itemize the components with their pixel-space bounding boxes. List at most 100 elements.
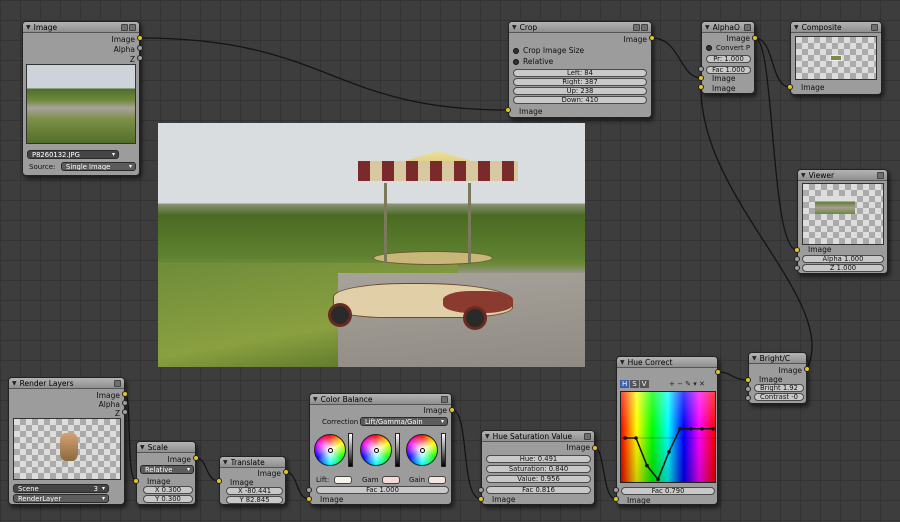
lift-swatch[interactable] <box>334 476 352 484</box>
alphaover-input-socket-2[interactable] <box>698 84 704 90</box>
fac-field[interactable]: Fac 1.000 <box>316 486 449 494</box>
curve-point[interactable] <box>678 427 682 431</box>
curve-point[interactable] <box>623 436 627 440</box>
relative-checkbox[interactable]: Relative <box>513 57 553 66</box>
alpha-field[interactable]: Alpha 1.000 <box>802 255 884 263</box>
viewer-alpha-socket[interactable] <box>794 256 800 262</box>
contrast-input-socket[interactable] <box>745 395 751 401</box>
image-node[interactable]: ▼Image Image Alpha Z P8260132.JPG Source… <box>22 21 140 176</box>
collapse-icon[interactable] <box>129 23 136 31</box>
composite-input-socket[interactable] <box>787 84 793 90</box>
collapse-icon[interactable] <box>871 23 878 31</box>
composite-node[interactable]: ▼ Composite Image <box>790 21 882 95</box>
translate-x-field[interactable]: X -80.441 <box>226 487 283 495</box>
tab-h[interactable]: H <box>620 380 630 388</box>
viewer-node[interactable]: ▼ Viewer Image Alpha 1.000 Z 1.000 <box>797 169 888 274</box>
gain-value-slider[interactable] <box>441 433 446 467</box>
collapse-icon[interactable] <box>441 395 448 403</box>
alpha-output-socket[interactable] <box>137 45 143 51</box>
crop-up-field[interactable]: Up: 238 <box>513 87 647 95</box>
translate-node[interactable]: ▼ Translate Image Image X -80.441 Y 82.84… <box>219 456 286 505</box>
hsv-node[interactable]: ▼ Hue Saturation Value Image Hue: 0.491 S… <box>481 430 595 505</box>
value-field[interactable]: Value: 0.956 <box>486 475 591 483</box>
colorbalance-output-socket[interactable] <box>449 407 455 413</box>
hue-correct-node[interactable]: ▼ Hue Correct H S V + − ✎ ▾ ✕ Fac 0.790 I… <box>616 356 718 505</box>
render-alpha-socket[interactable] <box>122 400 128 406</box>
crop-output-socket[interactable] <box>649 35 655 41</box>
hue-curve-line[interactable] <box>621 392 717 484</box>
preview-toggle-icon[interactable] <box>121 23 128 31</box>
fac-field[interactable]: Fac 0.816 <box>486 486 591 494</box>
curve-point[interactable] <box>667 450 671 454</box>
gain-swatch[interactable] <box>428 476 446 484</box>
colorbalance-fac-socket[interactable] <box>306 487 312 493</box>
color-balance-node[interactable]: ▼ Color Balance Image Correction F Lift/G… <box>309 393 452 505</box>
scene-field[interactable]: Scene 3 <box>13 484 109 493</box>
huecorrect-output-socket[interactable] <box>715 369 721 375</box>
gain-color-wheel[interactable] <box>406 434 438 466</box>
curve-point[interactable] <box>711 427 715 431</box>
fac-field[interactable]: Fac 0.790 <box>621 487 715 495</box>
tab-v[interactable]: V <box>639 380 649 388</box>
collapse-icon[interactable] <box>114 379 121 387</box>
convert-premul-checkbox[interactable]: Convert P <box>706 44 750 52</box>
image-filename-field[interactable]: P8260132.JPG <box>27 150 119 159</box>
scale-node[interactable]: ▼Scale Image Relative Image X 0.300 Y 0.… <box>136 441 196 505</box>
collapse-icon[interactable] <box>744 23 751 31</box>
huecorrect-fac-socket[interactable] <box>613 487 619 493</box>
bright-input-socket[interactable] <box>745 386 751 392</box>
lift-color-wheel[interactable] <box>314 434 346 466</box>
crop-image-size-checkbox[interactable]: Crop Image Size <box>513 46 584 55</box>
curve-tools-icons[interactable]: + − ✎ ▾ ✕ <box>669 380 705 388</box>
source-dropdown[interactable]: Single Image <box>61 162 136 171</box>
tab-s[interactable]: S <box>630 380 639 388</box>
curve-point[interactable] <box>634 436 638 440</box>
curve-point[interactable] <box>645 463 649 468</box>
contrast-field[interactable]: Contrast -0 <box>754 393 804 401</box>
hsv-output-socket[interactable] <box>592 445 598 451</box>
fac-input-socket[interactable] <box>698 66 704 72</box>
z-output-socket[interactable] <box>137 55 143 61</box>
brightc-input-socket[interactable] <box>745 377 751 383</box>
hsv-fac-socket[interactable] <box>478 487 484 493</box>
hue-field[interactable]: Hue: 0.491 <box>486 455 591 463</box>
collapse-icon[interactable] <box>641 23 648 31</box>
translate-output-socket[interactable] <box>283 469 289 475</box>
curve-point[interactable] <box>656 477 660 482</box>
saturation-field[interactable]: Saturation: 0.840 <box>486 465 591 473</box>
preview-toggle-icon[interactable] <box>633 23 640 31</box>
viewer-input-socket[interactable] <box>794 247 800 253</box>
crop-input-socket[interactable] <box>505 107 511 113</box>
fac-field[interactable]: Fac 1.000 <box>706 66 751 74</box>
crop-down-field[interactable]: Down: 410 <box>513 96 647 104</box>
translate-y-field[interactable]: Y 82.845 <box>226 496 283 504</box>
hsv-input-socket[interactable] <box>478 496 484 502</box>
colorbalance-input-socket[interactable] <box>306 496 312 502</box>
gamma-color-wheel[interactable] <box>360 434 392 466</box>
scale-input-socket[interactable] <box>133 478 139 484</box>
premul-field[interactable]: Pr: 1.000 <box>706 55 751 63</box>
scale-mode-dropdown[interactable]: Relative <box>140 465 194 474</box>
image-output-socket[interactable] <box>137 35 143 41</box>
bright-contrast-node[interactable]: ▼ Bright/C Image Image Bright 1.92 Contra… <box>748 352 807 404</box>
crop-right-field[interactable]: Right: 387 <box>513 78 647 86</box>
collapse-icon[interactable] <box>877 171 884 179</box>
scale-output-socket[interactable] <box>193 455 199 461</box>
gamma-swatch[interactable] <box>382 476 400 484</box>
alphaover-output-socket[interactable] <box>752 35 758 41</box>
curve-point[interactable] <box>700 427 704 431</box>
hue-curve-graph[interactable] <box>620 391 717 484</box>
correction-dropdown[interactable]: Lift/Gamma/Gain <box>360 417 448 426</box>
render-image-socket[interactable] <box>122 391 128 397</box>
render-layers-node[interactable]: ▼Render Layers Image Alpha Z Scene3 Rend… <box>8 377 125 505</box>
render-layer-dropdown[interactable]: RenderLayer <box>13 494 109 503</box>
render-z-socket[interactable] <box>122 409 128 415</box>
z-field[interactable]: Z 1.000 <box>802 264 884 272</box>
scale-y-field[interactable]: Y 0.300 <box>143 495 193 503</box>
huecorrect-input-socket[interactable] <box>613 496 619 502</box>
curve-path[interactable] <box>625 428 713 481</box>
alphaover-node[interactable]: ▼ AlphaO Image Convert P Pr: 1.000 Fac 1.… <box>701 21 755 94</box>
brightc-output-socket[interactable] <box>804 366 810 372</box>
translate-input-socket[interactable] <box>216 478 222 484</box>
crop-node[interactable]: ▼ Crop Image Crop Image Size Relative Lef… <box>508 21 652 118</box>
